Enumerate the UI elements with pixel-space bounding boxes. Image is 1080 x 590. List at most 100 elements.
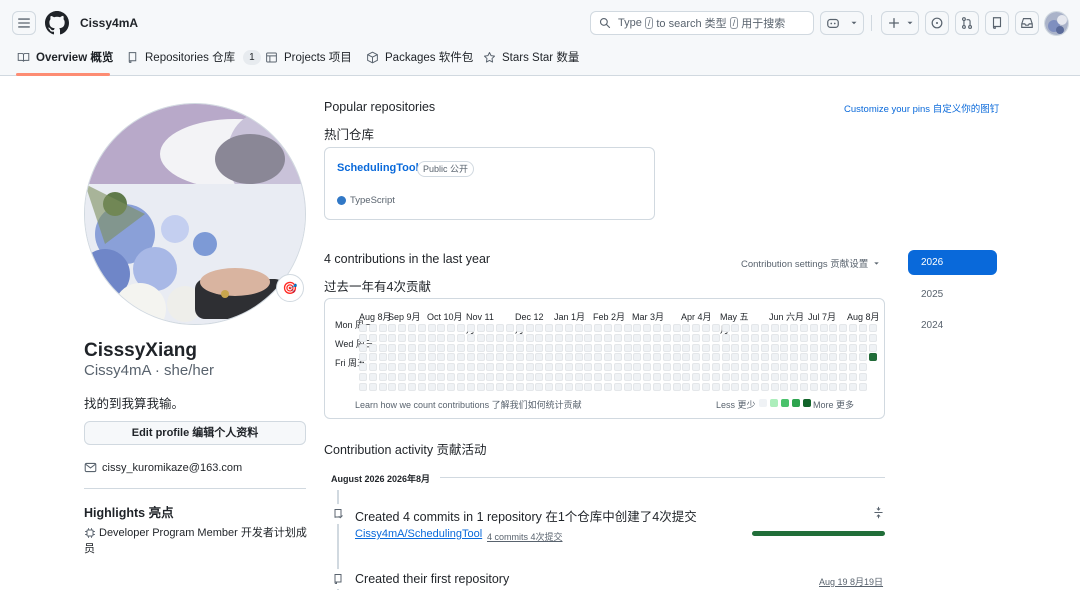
contribution-cell[interactable]: [731, 353, 740, 362]
contribution-cell[interactable]: [790, 353, 799, 362]
contribution-cell[interactable]: [711, 343, 720, 352]
contribution-cell[interactable]: [819, 363, 828, 372]
contribution-cell[interactable]: [839, 382, 848, 391]
contribution-cell[interactable]: [408, 373, 416, 381]
contribution-cell[interactable]: [702, 324, 710, 332]
contribution-cell[interactable]: [515, 353, 524, 362]
contribution-cell[interactable]: [398, 343, 407, 352]
user-avatar[interactable]: [1044, 11, 1069, 36]
profile-email[interactable]: cissy_kuromikaze@163.com: [102, 462, 242, 474]
contribution-cell[interactable]: [535, 324, 544, 332]
contribution-cell[interactable]: [466, 363, 475, 372]
contribution-cell[interactable]: [613, 373, 622, 381]
contribution-cell[interactable]: [604, 353, 612, 362]
contribution-cell[interactable]: [809, 324, 818, 332]
contribution-cell[interactable]: [780, 343, 789, 352]
contribution-cell[interactable]: [359, 363, 367, 372]
contribution-cell[interactable]: [496, 324, 505, 332]
contribution-cell[interactable]: [359, 333, 367, 342]
contribution-cell[interactable]: [555, 353, 563, 362]
contribution-cell[interactable]: [408, 382, 416, 391]
contribution-cell[interactable]: [427, 324, 436, 332]
contribution-cell[interactable]: [604, 324, 612, 332]
contribution-cell[interactable]: [711, 324, 720, 332]
contribution-cell[interactable]: [417, 373, 426, 381]
contribution-cell[interactable]: [613, 333, 622, 342]
contribution-cell[interactable]: [780, 382, 789, 391]
contribution-cell[interactable]: [496, 353, 505, 362]
contribution-cell[interactable]: [378, 353, 387, 362]
contribution-cell[interactable]: [800, 363, 808, 372]
contribution-cell[interactable]: [388, 382, 397, 391]
contribution-cell[interactable]: [359, 382, 367, 391]
contribution-cell[interactable]: [535, 363, 544, 372]
github-logo-icon[interactable]: [45, 11, 69, 35]
contribution-cell[interactable]: [427, 333, 436, 342]
contribution-cell[interactable]: [672, 382, 681, 391]
contribution-cell[interactable]: [466, 382, 475, 391]
notifications-button[interactable]: [1015, 11, 1039, 35]
contribution-cell[interactable]: [437, 324, 446, 332]
contribution-cell[interactable]: [427, 363, 436, 372]
contribution-cell[interactable]: [466, 333, 475, 342]
contribution-cell[interactable]: [417, 382, 426, 391]
contribution-cell[interactable]: [760, 353, 769, 362]
year-button-2025[interactable]: 2025: [908, 282, 997, 307]
contribution-cell[interactable]: [447, 333, 456, 342]
contribution-cell[interactable]: [545, 333, 554, 342]
activity-commit-count-link[interactable]: 4 commits 4次提交: [487, 530, 563, 543]
contribution-cell[interactable]: [378, 324, 387, 332]
contribution-cell[interactable]: [633, 353, 642, 362]
contribution-cell[interactable]: [535, 382, 544, 391]
contribution-cell[interactable]: [682, 382, 691, 391]
contribution-cell[interactable]: [770, 343, 779, 352]
contribution-cell[interactable]: [525, 343, 534, 352]
contribution-cell[interactable]: [525, 324, 534, 332]
pinned-repo-name[interactable]: SchedulingTool: [337, 162, 419, 174]
contribution-cell[interactable]: [731, 382, 740, 391]
contribution-cell[interactable]: [476, 343, 485, 352]
contribution-cell[interactable]: [437, 353, 446, 362]
contribution-cell[interactable]: [564, 324, 573, 332]
contribution-cell[interactable]: [378, 343, 387, 352]
contribution-cell[interactable]: [476, 324, 485, 332]
contribution-cell[interactable]: [525, 363, 534, 372]
contribution-cell[interactable]: [868, 333, 877, 342]
contribution-cell[interactable]: [780, 324, 789, 332]
contribution-cell[interactable]: [653, 343, 661, 352]
contribution-cell[interactable]: [721, 373, 730, 381]
contribution-cell[interactable]: [633, 343, 642, 352]
contribution-cell[interactable]: [770, 324, 779, 332]
contribution-cell[interactable]: [506, 333, 514, 342]
contribution-cell[interactable]: [819, 353, 828, 362]
contribution-cell[interactable]: [839, 363, 848, 372]
contribution-cell[interactable]: [368, 324, 377, 332]
learn-contributions-link[interactable]: Learn how we count contributions 了解我们如何统…: [355, 398, 582, 411]
contribution-cell[interactable]: [584, 373, 593, 381]
contribution-cell[interactable]: [535, 343, 544, 352]
contribution-cell[interactable]: [682, 324, 691, 332]
contribution-cell[interactable]: [584, 333, 593, 342]
contribution-cell[interactable]: [849, 363, 857, 372]
contribution-cell[interactable]: [868, 343, 877, 352]
highlight-developer-program[interactable]: Developer Program Member 开发者计划成员: [84, 525, 309, 557]
contribution-cell[interactable]: [417, 353, 426, 362]
contribution-cell[interactable]: [760, 343, 769, 352]
contribution-cell[interactable]: [800, 382, 808, 391]
create-new-button[interactable]: [881, 11, 919, 35]
contribution-cell[interactable]: [849, 373, 857, 381]
contribution-cell[interactable]: [741, 324, 750, 332]
profile-avatar[interactable]: [84, 103, 306, 325]
contribution-settings-dropdown[interactable]: Contribution settings 贡献设置: [741, 256, 881, 270]
contribution-cell[interactable]: [584, 324, 593, 332]
contribution-cell[interactable]: [417, 324, 426, 332]
contribution-cell[interactable]: [839, 373, 848, 381]
activity-repo-link[interactable]: Cissy4mA/SchedulingTool: [355, 528, 482, 540]
edit-profile-button[interactable]: Edit profile 编辑个人资料: [84, 421, 306, 445]
contribution-cell[interactable]: [770, 373, 779, 381]
contribution-cell[interactable]: [496, 333, 505, 342]
contribution-cell[interactable]: [574, 363, 583, 372]
contribution-cell[interactable]: [486, 343, 495, 352]
contribution-cell[interactable]: [633, 363, 642, 372]
contribution-cell[interactable]: [574, 324, 583, 332]
